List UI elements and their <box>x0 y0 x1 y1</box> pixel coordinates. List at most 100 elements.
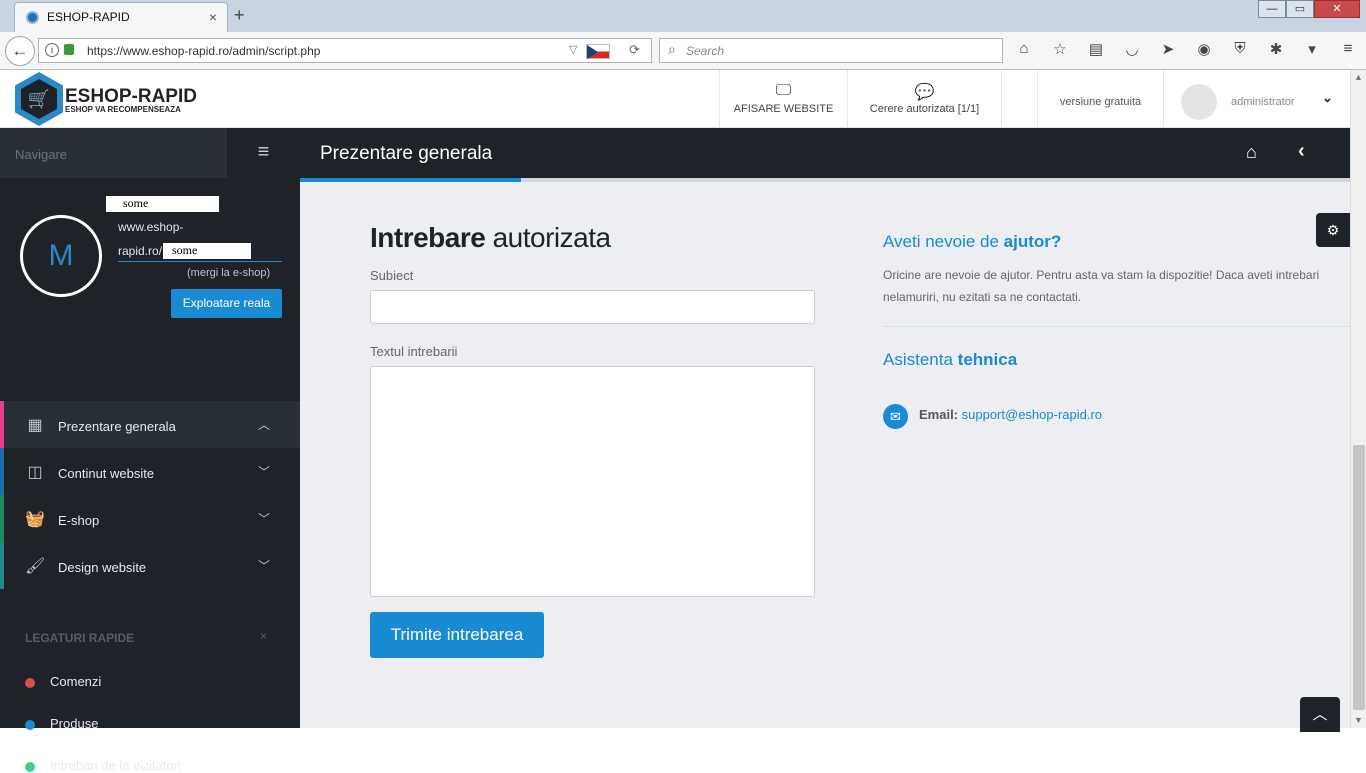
search-input[interactable]: Search <box>659 38 1003 63</box>
menu-icon[interactable]: ≡ <box>1336 40 1360 58</box>
quick-link-visitor-questions[interactable]: Intrebari de la vizitatori <box>25 758 181 773</box>
site-url-line2: rapid.ro/ <box>118 244 163 258</box>
help-text-line2: nelamuriri, nu ezitati sa ne contactati. <box>883 290 1082 304</box>
quick-links-close-icon[interactable]: × <box>260 629 267 643</box>
hamburger-icon[interactable]: ≡ <box>227 128 300 178</box>
sidebar-item-label: Continut website <box>58 466 155 481</box>
chevron-up-icon: ︿ <box>258 418 271 432</box>
chat-icon: 💬 <box>914 84 935 101</box>
email-link[interactable]: support@eshop-rapid.ro <box>962 407 1102 422</box>
tab-close-icon[interactable]: × <box>209 9 217 25</box>
scroll-up-icon[interactable]: ▲ <box>1354 72 1363 82</box>
tab-title: ESHOP-RAPID <box>47 10 130 24</box>
scroll-top-button[interactable]: ︿ <box>1300 697 1340 732</box>
envelope-icon: ✉ <box>883 404 908 429</box>
reload-icon[interactable]: ⟳ <box>629 42 640 58</box>
quick-link-orders[interactable]: Comenzi <box>25 674 101 689</box>
browser-tab[interactable]: ESHOP-RAPID × <box>14 2 228 32</box>
home-icon[interactable]: ⌂ <box>1246 142 1257 163</box>
accent-bar <box>0 495 4 542</box>
header-spacer <box>1001 70 1037 128</box>
support-email: Email: support@eshop-rapid.ro <box>919 407 1102 422</box>
bookmark-star-icon[interactable]: ☆ <box>1048 40 1072 58</box>
sidebar-item-label: E-shop <box>58 513 100 528</box>
question-textarea[interactable] <box>370 366 815 597</box>
brand-slogan: ESHOP VA RECOMPENSEAZA <box>65 105 181 114</box>
admin-app: 🛒 ESHOP-RAPID ESHOP VA RECOMPENSEAZA 🖵 A… <box>0 70 1350 773</box>
sidebar: Navigare ≡ M some www.eshop- rapid.ro/ s… <box>0 128 300 773</box>
brush-icon: 🖌 <box>25 558 46 575</box>
chevron-down-icon: ⌄ <box>1322 90 1333 105</box>
question-text-label: Textul intrebarii <box>370 344 458 359</box>
main-content: Intrebare autorizata Subiect Textul intr… <box>300 182 1350 732</box>
submit-question-button[interactable]: Trimite intrebarea <box>370 612 544 658</box>
accent-bar <box>0 448 4 495</box>
divider <box>883 326 1350 327</box>
extension-icon[interactable]: ✱ <box>1264 40 1288 58</box>
url-text: https://www.eshop-rapid.ro/admin/script.… <box>87 44 321 58</box>
brand-logo[interactable]: 🛒 ESHOP-RAPID ESHOP VA RECOMPENSEAZA <box>15 72 215 128</box>
minimize-button[interactable]: — <box>1258 0 1286 18</box>
status-dot <box>25 678 35 688</box>
info-icon[interactable]: i <box>45 43 59 57</box>
dropdown-icon[interactable]: ▽ <box>569 43 577 56</box>
profile-avatar: M <box>20 215 102 297</box>
monitor-icon: 🖵 <box>775 82 792 99</box>
quick-links-title: LEGATURI RAPIDE <box>25 631 135 645</box>
adblock-icon[interactable]: ◉ <box>1192 40 1216 58</box>
authorized-request-label: Cerere autorizata [1/1] <box>869 103 980 115</box>
back-chevron-icon[interactable]: ‹ <box>1298 140 1305 163</box>
send-icon[interactable]: ➤ <box>1156 40 1180 58</box>
sidebar-item-eshop[interactable]: 🧺 E-shop ﹀ <box>0 495 300 542</box>
email-label: Email: <box>919 407 959 422</box>
support-title-pre: Asistenta <box>883 350 958 369</box>
divider <box>118 261 282 262</box>
help-title-bold: ajutor? <box>1003 232 1062 251</box>
authorized-request-button[interactable]: 💬 Cerere autorizata [1/1] <box>847 70 1001 128</box>
quick-link-products[interactable]: Produse <box>25 716 98 731</box>
user-name: administrator <box>1231 96 1295 108</box>
address-bar[interactable]: i https://www.eshop-rapid.ro/admin/scrip… <box>38 38 652 63</box>
live-mode-button[interactable]: Exploatare reala <box>171 289 282 318</box>
support-title: Asistenta tehnica <box>883 350 1017 370</box>
quick-link-label: Comenzi <box>50 674 102 689</box>
ublock-icon[interactable]: ⛨ <box>1228 40 1252 58</box>
reading-list-icon[interactable]: ▤ <box>1084 40 1108 58</box>
new-tab-button[interactable]: + <box>234 5 245 26</box>
sidebar-top: Navigare ≡ <box>0 128 300 178</box>
version-label[interactable]: versiune gratuita <box>1037 70 1163 128</box>
quick-link-label: Intrebari de la vizitatori <box>50 758 181 773</box>
home-icon[interactable]: ⌂ <box>1012 40 1036 58</box>
subject-input[interactable] <box>370 290 815 324</box>
czech-flag-icon[interactable] <box>586 44 610 59</box>
basket-icon: 🧺 <box>25 511 45 528</box>
settings-gear-icon[interactable]: ⚙ <box>1316 213 1350 247</box>
browser-chrome: ESHOP-RAPID × + — ▭ ✕ ← i https://www.es… <box>0 0 1366 70</box>
toolbar-icons: ⌂ ☆ ▤ ◡ ➤ ◉ ⛨ ✱ ▾ ≡ <box>1012 40 1360 58</box>
go-to-shop-link[interactable]: (mergi la e-shop) <box>187 267 270 279</box>
subject-label: Subiect <box>370 268 414 283</box>
close-window-button[interactable]: ✕ <box>1314 0 1360 18</box>
quick-link-label: Produse <box>50 716 99 731</box>
overflow-icon[interactable]: ▾ <box>1300 40 1324 58</box>
grid-icon: ▦ <box>27 417 43 434</box>
page-scrollbar[interactable]: ▲ ▼ <box>1350 70 1366 728</box>
sidebar-item-overview[interactable]: ▦ Prezentare generala ︿ <box>0 401 300 448</box>
maximize-button[interactable]: ▭ <box>1286 0 1314 18</box>
pocket-icon[interactable]: ◡ <box>1120 40 1144 58</box>
accent-bar <box>0 401 4 448</box>
site-url-line1: www.eshop- <box>118 220 184 234</box>
sidebar-item-design[interactable]: 🖌 Design website ﹀ <box>0 542 300 589</box>
sidebar-item-content[interactable]: ◫ Continut website ﹀ <box>0 448 300 495</box>
back-button[interactable]: ← <box>5 36 35 66</box>
user-menu[interactable]: administrator ⌄ <box>1163 70 1350 128</box>
scroll-down-icon[interactable]: ▼ <box>1354 715 1363 725</box>
help-text: Oricine are nevoie de ajutor. Pentru ast… <box>883 264 1350 308</box>
view-website-button[interactable]: 🖵 AFISARE WEBSITE <box>719 70 847 128</box>
chevron-down-icon: ﹀ <box>258 465 271 479</box>
accent-bar <box>0 542 4 589</box>
browser-toolbar: ← i https://www.eshop-rapid.ro/admin/scr… <box>0 32 1366 69</box>
scrollbar-thumb[interactable] <box>1353 445 1365 710</box>
sidebar-item-label: Design website <box>58 560 147 575</box>
tab-bar: ESHOP-RAPID × + — ▭ ✕ <box>0 0 1366 32</box>
